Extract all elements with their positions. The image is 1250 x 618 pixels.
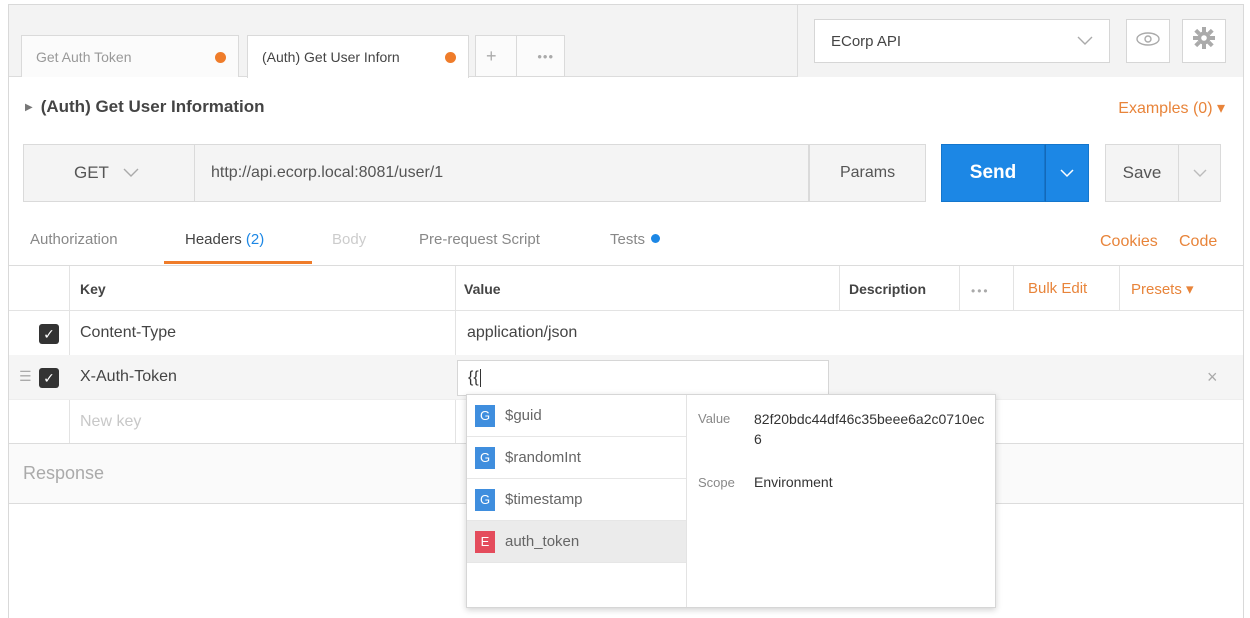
remove-header-close-icon[interactable]: ×: [1207, 367, 1218, 388]
detail-value-label: Value: [698, 411, 731, 426]
suggestion-item-timestamp[interactable]: G $timestamp: [467, 479, 686, 521]
drag-handle-icon[interactable]: ☰: [19, 368, 32, 385]
unsaved-dot-icon: [215, 52, 226, 63]
examples-dropdown[interactable]: Examples (0) ▾: [1118, 98, 1225, 118]
detail-value: 82f20bdc44df46c35beee6a2c0710ec6: [754, 411, 985, 447]
tab-actions: + •••: [475, 35, 565, 77]
active-tab-indicator: [164, 261, 312, 264]
cookies-link[interactable]: Cookies: [1100, 233, 1158, 251]
tab-label: (Auth) Get User Inforn: [262, 49, 400, 65]
suggestion-item-randomint[interactable]: G $randomInt: [467, 437, 686, 479]
header-key[interactable]: X-Auth-Token: [80, 368, 177, 386]
eye-icon: [1136, 32, 1160, 50]
text-caret: [479, 369, 481, 387]
environment-area: ECorp API: [797, 5, 1243, 77]
global-scope-badge: G: [475, 404, 495, 427]
suggestion-label: $timestamp: [505, 491, 583, 508]
header-key[interactable]: Content-Type: [80, 324, 176, 342]
params-button[interactable]: Params: [809, 144, 926, 202]
chevron-down-icon: [1193, 166, 1207, 181]
variable-suggestion-list: G $guid G $randomInt G $timestamp E auth…: [467, 395, 687, 607]
column-description: Description: [849, 281, 927, 297]
tab-get-auth-token[interactable]: Get Auth Token: [21, 35, 239, 77]
suggestion-item-auth-token[interactable]: E auth_token: [467, 521, 686, 563]
tab-body[interactable]: Body: [332, 231, 366, 248]
tab-pre-request-script[interactable]: Pre-request Script: [419, 231, 540, 248]
header-enabled-checkbox[interactable]: ✓: [39, 324, 59, 344]
request-tab-bar: Get Auth Token (Auth) Get User Inforn + …: [9, 5, 1243, 78]
column-divider: [1119, 266, 1120, 311]
url-input[interactable]: http://api.ecorp.local:8081/user/1: [195, 144, 809, 202]
detail-scope: Environment: [754, 474, 833, 490]
tab-auth-get-user-information[interactable]: (Auth) Get User Inforn: [247, 35, 469, 78]
postman-window: Get Auth Token (Auth) Get User Inforn + …: [8, 4, 1244, 618]
header-value-text: {{: [468, 369, 479, 386]
global-scope-badge: G: [475, 488, 495, 511]
table-more-options-icon[interactable]: •••: [971, 284, 990, 298]
manage-environments-button[interactable]: [1182, 19, 1226, 63]
table-row: ✓ Content-Type application/json: [9, 311, 1243, 356]
tab-tests[interactable]: Tests: [610, 231, 661, 248]
header-enabled-checkbox[interactable]: ✓: [39, 368, 59, 388]
tab-headers-label: Headers: [185, 231, 242, 248]
global-scope-badge: G: [475, 446, 495, 469]
column-key: Key: [80, 281, 106, 297]
divider: [516, 35, 518, 77]
tab-tests-label: Tests: [610, 231, 646, 248]
new-tab-plus-icon[interactable]: +: [486, 46, 497, 67]
column-divider: [839, 266, 840, 311]
gear-icon: [1193, 27, 1215, 55]
tests-indicator-dot-icon: [651, 234, 661, 243]
send-options-button[interactable]: [1045, 144, 1089, 202]
suggestion-item-guid[interactable]: G $guid: [467, 395, 686, 437]
request-title[interactable]: ▶ (Auth) Get User Information: [25, 97, 265, 117]
presets-dropdown[interactable]: Presets ▾: [1131, 280, 1194, 298]
new-key-input[interactable]: New key: [80, 413, 141, 431]
environment-scope-badge: E: [475, 530, 495, 553]
method-value: GET: [74, 163, 109, 182]
suggestion-label: $guid: [505, 407, 542, 424]
send-button[interactable]: Send: [941, 144, 1045, 202]
chevron-down-icon: [1060, 166, 1074, 181]
save-button[interactable]: Save: [1105, 144, 1179, 202]
environment-select[interactable]: ECorp API: [814, 19, 1110, 63]
column-divider: [959, 266, 960, 311]
tab-label: Get Auth Token: [36, 48, 132, 65]
method-select[interactable]: GET: [23, 144, 195, 202]
column-value: Value: [464, 281, 501, 297]
bulk-edit-link[interactable]: Bulk Edit: [1028, 280, 1087, 297]
header-value-input[interactable]: {{: [457, 360, 829, 396]
chevron-down-icon: [1077, 34, 1093, 49]
tab-headers[interactable]: Headers (2): [185, 231, 264, 248]
headers-count: (2): [245, 231, 265, 248]
chevron-down-icon: [123, 166, 139, 181]
environment-quick-look-button[interactable]: [1126, 19, 1170, 63]
response-title: Response: [23, 463, 105, 483]
header-value[interactable]: application/json: [467, 324, 577, 342]
tab-authorization[interactable]: Authorization: [30, 231, 118, 248]
save-options-button[interactable]: [1179, 144, 1221, 202]
code-link[interactable]: Code: [1179, 233, 1217, 251]
suggestion-label: $randomInt: [505, 449, 581, 466]
suggestion-label: auth_token: [505, 533, 580, 550]
column-divider: [1013, 266, 1014, 311]
request-name: (Auth) Get User Information: [40, 97, 265, 116]
caret-right-icon: ▶: [25, 101, 33, 113]
unsaved-dot-icon: [445, 52, 456, 63]
more-tabs-ellipsis-icon[interactable]: •••: [537, 49, 554, 64]
variable-autocomplete-popup: G $guid G $randomInt G $timestamp E auth…: [466, 394, 996, 608]
environment-selected-value: ECorp API: [831, 32, 902, 50]
detail-scope-label: Scope: [698, 475, 735, 490]
